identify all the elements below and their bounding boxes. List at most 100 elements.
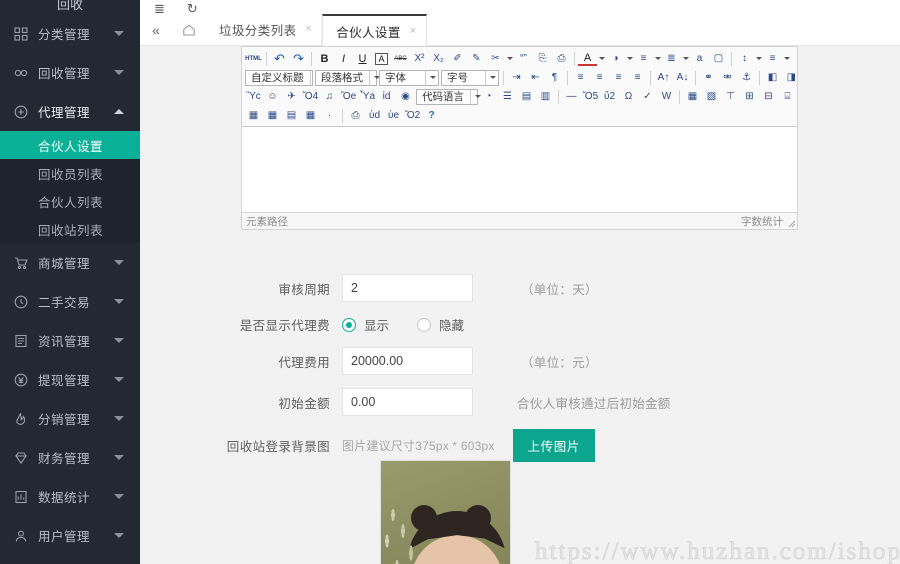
paragraph-spacing-top-icon[interactable]: ≡ bbox=[763, 50, 782, 68]
paragraph-spacing-top-caret-icon[interactable] bbox=[782, 50, 791, 68]
insert-attachment-doc-icon[interactable]: Ὄ4 bbox=[301, 88, 320, 106]
sidebar-item-users[interactable]: 用户管理 bbox=[0, 516, 140, 555]
home-icon[interactable] bbox=[172, 14, 206, 45]
upload-image-button[interactable]: 上传图片 bbox=[512, 429, 595, 462]
sidebar-item-distribution[interactable]: 分销管理 bbox=[0, 399, 140, 438]
unordered-list-caret-icon[interactable] bbox=[681, 50, 690, 68]
paste-word-icon[interactable]: ⎙ bbox=[552, 50, 571, 68]
insert-code-icon[interactable]: ◔ bbox=[479, 88, 498, 106]
spell-check-icon[interactable]: ✓ bbox=[638, 88, 657, 106]
list-icon[interactable]: ≣ bbox=[154, 2, 165, 14]
horizontal-rule-icon[interactable]: — bbox=[562, 88, 581, 106]
font-family-select[interactable]: 字体 bbox=[379, 69, 439, 86]
eraser-icon[interactable]: ✐ bbox=[448, 50, 467, 68]
ordered-list-caret-icon[interactable] bbox=[653, 50, 662, 68]
insert-video-icon[interactable]: ✈ bbox=[282, 88, 301, 106]
login-bg-preview-image[interactable] bbox=[380, 460, 511, 564]
subscript-icon[interactable]: X₂ bbox=[429, 50, 448, 68]
anchor-icon[interactable]: ⚓ bbox=[737, 69, 756, 87]
insert-date-icon[interactable]: Ὄ5 bbox=[581, 88, 600, 106]
insert-template-icon[interactable]: ☰ bbox=[498, 88, 517, 106]
paint-format-caret-icon[interactable] bbox=[505, 50, 514, 68]
source-code-icon[interactable]: HTML bbox=[244, 50, 263, 68]
initial-amount-input[interactable]: 0.00 bbox=[342, 388, 473, 416]
image-align-left-icon[interactable]: ◧ bbox=[763, 69, 782, 87]
sidebar-item-finance[interactable]: 财务管理 bbox=[0, 438, 140, 477]
font-color-icon[interactable]: A bbox=[578, 52, 597, 66]
clear-doc-icon[interactable]: ▢ bbox=[709, 50, 728, 68]
format-brush-icon[interactable]: ✎ bbox=[467, 50, 486, 68]
sidebar-item-secondhand[interactable]: 二手交易 bbox=[0, 282, 140, 321]
attachment-icon[interactable]: Ὄe bbox=[339, 88, 358, 106]
close-icon[interactable]: × bbox=[305, 24, 312, 35]
radio-show[interactable]: 显示 bbox=[342, 315, 389, 334]
insert-webapp-icon[interactable]: ◉ bbox=[396, 88, 415, 106]
preview-icon[interactable]: ὐd bbox=[365, 107, 384, 125]
font-color-caret-icon[interactable] bbox=[597, 50, 606, 68]
help-icon[interactable]: ? bbox=[422, 107, 441, 125]
review-cycle-input[interactable]: 2 bbox=[342, 274, 473, 302]
resize-grip[interactable] bbox=[786, 218, 796, 228]
background-icon[interactable]: ▤ bbox=[517, 88, 536, 106]
table-more-icon[interactable]: · bbox=[320, 107, 339, 125]
search-replace-icon[interactable]: ὐe bbox=[384, 107, 403, 125]
italic-icon[interactable]: I bbox=[334, 50, 353, 68]
double-chevron-left-icon[interactable]: « bbox=[140, 14, 172, 45]
redo-icon[interactable]: ↷ bbox=[289, 50, 308, 68]
sidebar-item-withdraw[interactable]: 提现管理 bbox=[0, 360, 140, 399]
word-image-icon[interactable]: ▥ bbox=[536, 88, 555, 106]
insert-map-icon[interactable]: Ὗa bbox=[358, 88, 377, 106]
font-size-select[interactable]: 字号 bbox=[441, 69, 499, 86]
sidebar-item-recycler-list[interactable]: 回收员列表 bbox=[0, 159, 140, 187]
sidebar-item-news[interactable]: 资讯管理 bbox=[0, 321, 140, 360]
refresh-icon[interactable]: ↻ bbox=[187, 2, 198, 14]
line-height-icon[interactable]: ↕ bbox=[735, 50, 754, 68]
close-icon[interactable]: × bbox=[410, 25, 417, 37]
underline-icon[interactable]: U bbox=[353, 50, 372, 68]
blockquote-icon[interactable]: “” bbox=[514, 50, 533, 68]
background-color-caret-icon[interactable] bbox=[625, 50, 634, 68]
tab-garbage-category-list[interactable]: 垃圾分类列表 × bbox=[206, 14, 323, 45]
delete-table-icon[interactable]: ▧ bbox=[702, 88, 721, 106]
unlink-icon[interactable]: ⚮ bbox=[718, 69, 737, 87]
paragraph-spacing-bottom-icon[interactable]: ≢ bbox=[791, 50, 795, 68]
table-header-icon[interactable]: ⊤ bbox=[721, 88, 740, 106]
print-icon[interactable]: ⎙ bbox=[346, 107, 365, 125]
sidebar-item-mall[interactable]: 商城管理 bbox=[0, 243, 140, 282]
paint-format-icon[interactable]: ✂ bbox=[486, 50, 505, 68]
word-paste-icon[interactable]: W bbox=[657, 88, 676, 106]
table-borders-icon[interactable]: ▦ bbox=[244, 107, 263, 125]
insert-gmap-icon[interactable]: ἰd bbox=[377, 88, 396, 106]
align-justify-icon[interactable]: ≡ bbox=[628, 69, 647, 87]
custom-title-select[interactable]: 自定义标题 bbox=[245, 69, 321, 86]
merge-cells-icon[interactable]: ⊞ bbox=[740, 88, 759, 106]
align-right-icon[interactable]: ≡ bbox=[609, 69, 628, 87]
sidebar-item-statistics[interactable]: 数据统计 bbox=[0, 477, 140, 516]
bold-icon[interactable]: B bbox=[315, 50, 334, 68]
insert-link-icon[interactable]: ⚭ bbox=[699, 69, 718, 87]
sidebar-item-category[interactable]: 分类管理 bbox=[0, 14, 140, 53]
text-box-icon[interactable]: A bbox=[375, 52, 388, 65]
line-height-caret-icon[interactable] bbox=[754, 50, 763, 68]
table-fill-icon[interactable]: ▤ bbox=[282, 107, 301, 125]
insert-image-icon[interactable]: Ὓc bbox=[244, 88, 263, 106]
table-cells-icon[interactable]: ▦ bbox=[301, 107, 320, 125]
sidebar-item-partner-list[interactable]: 合伙人列表 bbox=[0, 187, 140, 215]
undo-icon[interactable]: ↶ bbox=[270, 50, 289, 68]
editor-content-area[interactable] bbox=[241, 127, 798, 213]
tab-partner-settings[interactable]: 合伙人设置 × bbox=[322, 14, 427, 46]
agent-fee-input[interactable]: 20000.00 bbox=[342, 347, 473, 375]
paste-plain-icon[interactable]: ⎘ bbox=[533, 50, 552, 68]
insert-table-icon[interactable]: ▦ bbox=[683, 88, 702, 106]
special-character-icon[interactable]: Ω bbox=[619, 88, 638, 106]
align-center-icon[interactable]: ≡ bbox=[590, 69, 609, 87]
insert-music-icon[interactable]: ♫ bbox=[320, 88, 339, 106]
radio-hide[interactable]: 隐藏 bbox=[417, 315, 464, 334]
indent-decrease-icon[interactable]: ⇤ bbox=[526, 69, 545, 87]
open-file-icon[interactable]: Ὄ2 bbox=[403, 107, 422, 125]
insert-time-icon[interactable]: ὕ2 bbox=[600, 88, 619, 106]
image-align-right-icon[interactable]: ◨ bbox=[782, 69, 795, 87]
sidebar-item-agent[interactable]: 代理管理 bbox=[0, 92, 140, 131]
superscript-icon[interactable]: X² bbox=[410, 50, 429, 68]
sidebar-item-partner-settings[interactable]: 合伙人设置 bbox=[0, 131, 140, 159]
